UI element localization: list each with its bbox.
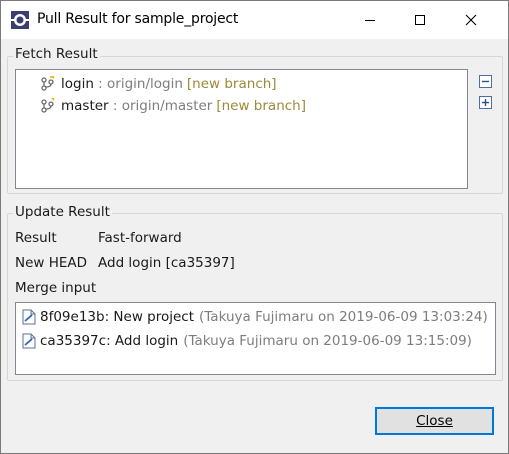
fetch-result-tree[interactable]: login : origin/login [new branch] master…	[15, 69, 468, 189]
maximize-icon	[415, 15, 425, 25]
branch-name: master	[61, 98, 109, 114]
branch-separator: :	[108, 98, 122, 114]
pull-result-dialog: Pull Result for sample_project Fetch Res…	[0, 0, 509, 454]
commit-id-message: 8f09e13b: New project	[40, 309, 195, 325]
commit-meta: (Takuya Fujimaru on 2019-06-09 13:15:09)	[183, 333, 472, 349]
remote-branch: origin/master	[121, 98, 213, 114]
merge-input-label: Merge input	[15, 280, 97, 296]
branch-status-tag: [new branch]	[216, 98, 306, 114]
commit-id-message: ca35397c: Add login	[40, 333, 179, 349]
fetch-result-label: Fetch Result	[13, 46, 100, 62]
window-close-button[interactable]	[448, 1, 494, 39]
commit-icon	[22, 309, 36, 325]
branch-separator: :	[93, 76, 108, 92]
branch-icon	[41, 76, 54, 91]
close-button[interactable]: Close	[375, 407, 494, 435]
tree-item-login[interactable]: login : origin/login [new branch]	[40, 74, 277, 94]
expand-all-icon[interactable]	[479, 96, 492, 109]
branch-status-tag: [new branch]	[186, 76, 277, 92]
close-icon	[465, 14, 477, 26]
branch-name: login	[61, 76, 94, 92]
eclipse-app-icon	[11, 11, 29, 29]
new-head-value: Add login [ca35397]	[98, 255, 235, 271]
commit-meta: (Takuya Fujimaru on 2019-06-09 13:03:24)	[199, 309, 488, 325]
commit-icon	[22, 333, 36, 349]
minimize-icon	[365, 20, 375, 21]
title-bar[interactable]: Pull Result for sample_project	[1, 1, 508, 39]
close-button-label: Close	[416, 413, 453, 429]
commit-item[interactable]: 8f09e13b: New project (Takuya Fujimaru o…	[22, 307, 488, 327]
new-head-key: New HEAD	[15, 255, 88, 271]
window-title: Pull Result for sample_project	[37, 11, 239, 27]
result-key: Result	[15, 230, 57, 246]
maximize-button[interactable]	[397, 1, 443, 39]
branch-icon	[41, 98, 54, 113]
commit-item[interactable]: ca35397c: Add login (Takuya Fujimaru on …	[22, 331, 472, 351]
merge-input-list[interactable]: 8f09e13b: New project (Takuya Fujimaru o…	[15, 302, 496, 375]
remote-branch: origin/login	[107, 76, 183, 92]
result-value: Fast-forward	[98, 230, 182, 246]
minimize-button[interactable]	[347, 1, 393, 39]
update-result-label: Update Result	[13, 204, 112, 220]
collapse-all-icon[interactable]	[479, 75, 492, 88]
tree-item-master[interactable]: master : origin/master [new branch]	[40, 96, 306, 116]
